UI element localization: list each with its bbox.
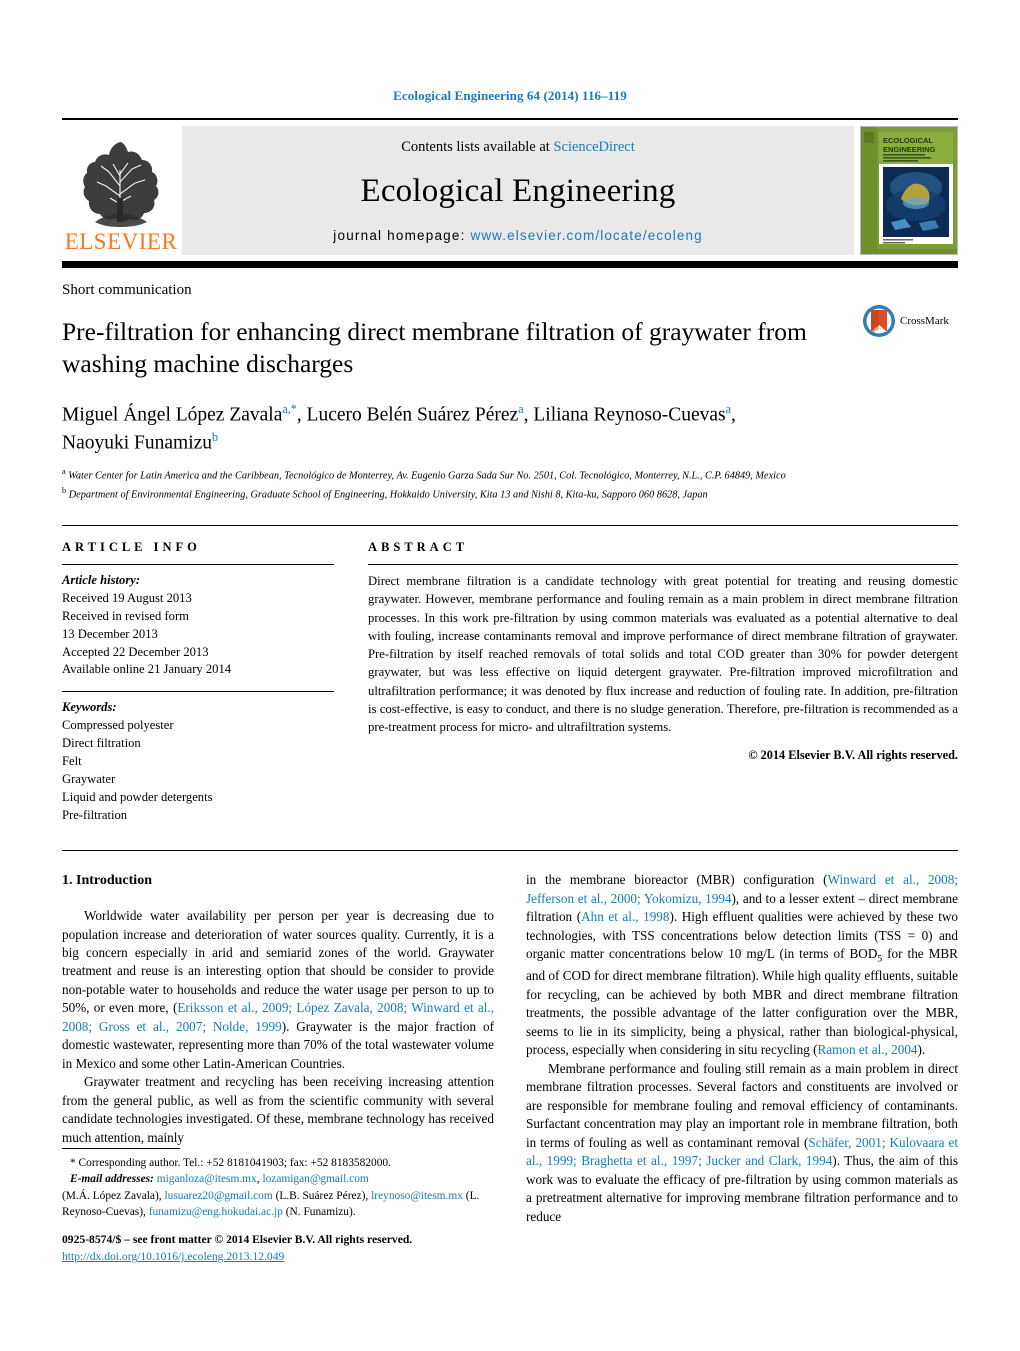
body-column-right: in the membrane bioreactor (MBR) configu… (526, 871, 958, 1226)
homepage-prefix: journal homepage: (333, 228, 471, 243)
footnote-block: * Corresponding author. Tel.: +52 818104… (62, 1148, 502, 1220)
journal-homepage-line: journal homepage: www.elsevier.com/locat… (333, 228, 702, 243)
author-1-affil-mark: a,* (282, 401, 297, 416)
crossmark-badge[interactable]: CrossMark (862, 304, 958, 338)
keyword-item: Liquid and powder detergents (62, 789, 213, 804)
citation-link[interactable]: Ahn et al., 1998 (581, 909, 669, 924)
author-3-affil-mark: a (725, 401, 731, 416)
page-title: Pre-filtration for enhancing direct memb… (62, 317, 807, 379)
email-link[interactable]: miganloza@itesm.mx (157, 1173, 257, 1185)
affiliation-a-mark: a (62, 467, 66, 477)
article-info-rule (62, 564, 334, 566)
history-item: Received 19 August 2013 (62, 590, 192, 605)
author-4-affil-mark: b (212, 429, 219, 444)
email-owner: (M.Á. López Zavala), (62, 1189, 162, 1202)
email-link[interactable]: lreynoso@itesm.mx (371, 1190, 463, 1202)
sciencedirect-link[interactable]: ScienceDirect (553, 139, 634, 155)
keyword-item: Compressed polyester (62, 718, 174, 733)
abstract-column: ABSTRACT Direct membrane filtration is a… (368, 540, 958, 824)
history-item: 13 December 2013 (62, 626, 158, 641)
author-2: Lucero Belén Suárez Pérez (306, 404, 519, 426)
author-4: Naoyuki Funamizu (62, 432, 213, 454)
citation-link[interactable]: Ramon et al., 2004 (818, 1042, 918, 1057)
journal-cover-art: ECOLOGICAL ENGINEERING (861, 127, 957, 249)
author-3: Liliana Reynoso-Cuevas (533, 404, 726, 426)
abstract-copyright: © 2014 Elsevier B.V. All rights reserved… (748, 747, 958, 762)
crossmark-icon (863, 305, 895, 337)
keyword-item: Pre-filtration (62, 807, 128, 822)
abstract-heading: ABSTRACT (368, 540, 469, 555)
paper-page: Ecological Engineering 64 (2014) 116–119 (0, 0, 1020, 1351)
intro-p2-text: Graywater treatment and recycling has be… (62, 1074, 494, 1145)
history-item: Accepted 22 December 2013 (62, 644, 209, 659)
crossmark-label: CrossMark (900, 315, 949, 327)
article-history-block: Article history: Received 19 August 2013… (62, 572, 334, 679)
email-owner: (N. Funamizu). (285, 1205, 356, 1218)
journal-title: Ecological Engineering (360, 172, 676, 209)
keywords-label: Keywords: (62, 700, 117, 715)
intro-p3-part-a: in the membrane bioreactor (MBR) configu… (526, 872, 828, 888)
journal-cover-thumbnail: ECOLOGICAL ENGINEERING (860, 126, 958, 255)
article-history-label: Article history: (62, 573, 141, 588)
masthead-bottom-bar (62, 261, 958, 268)
intro-p3-part-d: for the MBR and of COD for direct membra… (526, 946, 958, 1058)
info-abstract-row: ARTICLE INFO Article history: Received 1… (62, 525, 958, 824)
section-heading-introduction: 1. Introduction (62, 873, 152, 889)
intro-paragraph-2: Graywater treatment and recycling has be… (62, 1073, 494, 1147)
elsevier-logo: ELSEVIER (62, 126, 180, 255)
journal-homepage-link[interactable]: www.elsevier.com/locate/ecoleng (470, 228, 702, 243)
elsevier-wordmark: ELSEVIER (64, 229, 178, 254)
doi-link[interactable]: http://dx.doi.org/10.1016/j.ecoleng.2013… (62, 1250, 284, 1263)
keywords-rule (62, 691, 334, 693)
keyword-item: Felt (62, 753, 82, 768)
email-link[interactable]: lozamigan@gmail.com (262, 1173, 368, 1185)
abstract-text: Direct membrane filtration is a candidat… (368, 574, 958, 735)
corresponding-author-text: * Corresponding author. Tel.: +52 818104… (70, 1157, 391, 1169)
affiliation-b-mark: b (62, 485, 67, 495)
intro-p3-part-e: ). (917, 1042, 926, 1058)
email-link[interactable]: funamizu@eng.hokudai.ac.jp (149, 1206, 283, 1218)
affiliation-a: a Water Center for Latin America and the… (62, 466, 958, 484)
affiliation-b: b Department of Environmental Engineerin… (62, 485, 958, 503)
corresponding-author-note: * Corresponding author. Tel.: +52 818104… (62, 1155, 502, 1220)
contents-prefix: Contents lists available at (401, 139, 554, 155)
history-item: Received in revised form (62, 608, 189, 623)
keyword-item: Direct filtration (62, 736, 141, 751)
email-link[interactable]: lusuarez20@gmail.com (164, 1190, 272, 1202)
running-head: Ecological Engineering 64 (2014) 116–119 (393, 88, 627, 103)
svg-text:ENGINEERING: ENGINEERING (883, 145, 936, 154)
intro-paragraph-3: in the membrane bioreactor (MBR) configu… (526, 871, 958, 1059)
journal-masthead: ELSEVIER Contents lists available at Sci… (62, 118, 958, 255)
issn-line: 0925-8574/$ – see front matter © 2014 El… (62, 1233, 413, 1246)
affiliation-b-text: Department of Environmental Engineering,… (68, 489, 708, 501)
intro-paragraph-1: Worldwide water availability per person … (62, 907, 494, 1073)
masthead-center-panel: Contents lists available at ScienceDirec… (182, 126, 854, 255)
email-owner-line: (M.Á. López Zavala), lusuarez20@gmail.co… (62, 1190, 479, 1218)
contents-available-line: Contents lists available at ScienceDirec… (401, 139, 635, 156)
article-header: Short communication Pre-filtration for e… (62, 268, 958, 503)
history-item: Available online 21 January 2014 (62, 662, 232, 677)
email-owner: (L.B. Suárez Pérez), (275, 1189, 369, 1202)
email-addresses-line: E-mail addresses: miganloza@itesm.mx, lo… (70, 1173, 369, 1186)
email-addresses-label: E-mail addresses: (70, 1173, 154, 1186)
elsevier-tree-icon (83, 142, 159, 227)
keywords-block: Keywords: Compressed polyester Direct fi… (62, 699, 334, 824)
article-info-column: ARTICLE INFO Article history: Received 1… (62, 540, 334, 824)
author-list: Miguel Ángel López Zavalaa,*, Lucero Bel… (62, 401, 736, 454)
intro-paragraph-4: Membrane performance and fouling still r… (526, 1060, 958, 1226)
imprint-block: 0925-8574/$ – see front matter © 2014 El… (62, 1231, 522, 1266)
footnote-rule (62, 1148, 180, 1149)
svg-text:ECOLOGICAL: ECOLOGICAL (883, 136, 933, 145)
author-1: Miguel Ángel López Zavala (62, 404, 283, 426)
abstract-rule (368, 564, 958, 566)
author-2-affil-mark: a (518, 401, 524, 416)
keyword-item: Graywater (62, 771, 116, 786)
affiliation-a-text: Water Center for Latin America and the C… (68, 470, 786, 482)
article-category: Short communication (62, 282, 192, 298)
article-info-heading: ARTICLE INFO (62, 540, 201, 555)
